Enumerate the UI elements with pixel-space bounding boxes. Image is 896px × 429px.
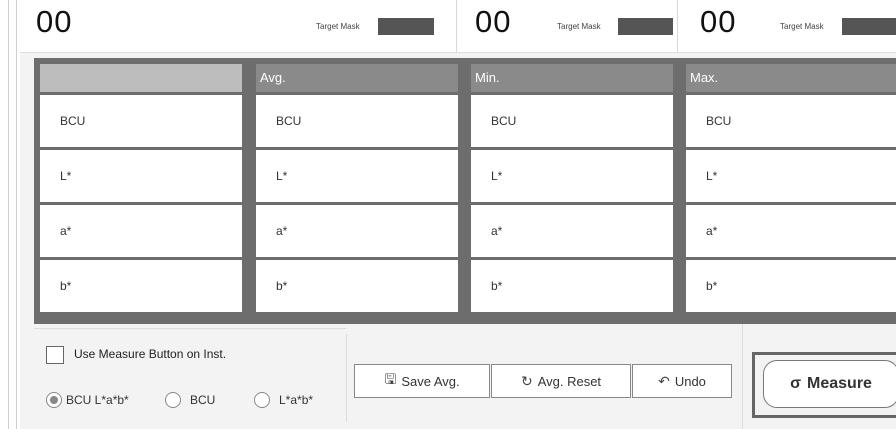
target-mask-swatch[interactable] <box>618 18 673 35</box>
table-cell: b* <box>686 260 896 312</box>
readout-value: 00 <box>475 4 512 39</box>
undo-button[interactable]: ↶ Undo <box>632 364 732 398</box>
refresh-icon: ↻ <box>520 372 533 389</box>
top-readout-bar: 00 Target Mask 00 Target Mask 00 Target … <box>20 0 896 53</box>
radio-bcu-lab[interactable] <box>46 392 62 408</box>
radio-lab[interactable] <box>254 392 270 408</box>
frame-line <box>8 0 9 429</box>
table-column-max: Max. BCU L* a* b* <box>686 64 896 312</box>
save-avg-button[interactable]: 🖫 Save Avg. <box>354 364 490 398</box>
window-frame-left <box>0 0 20 429</box>
table-column-label: BCU L* a* b* <box>40 64 242 312</box>
measure-button[interactable]: σ Measure <box>763 360 896 408</box>
bottom-controls: Use Measure Button on Inst. BCU L*a*b* B… <box>20 324 896 429</box>
table-cell: b* <box>256 260 458 312</box>
readout-cell-3: 00 Target Mask <box>678 0 896 52</box>
readout-value: 00 <box>700 4 737 39</box>
use-measure-button-label: Use Measure Button on Inst. <box>74 347 227 361</box>
target-mask-label: Target Mask <box>557 22 601 31</box>
table-column-min: Min. BCU L* a* b* <box>471 64 673 312</box>
target-mask-swatch[interactable] <box>378 18 434 35</box>
options-panel <box>34 328 346 424</box>
divider <box>742 324 743 429</box>
table-cell: L* <box>686 150 896 202</box>
divider <box>346 334 347 422</box>
row-label: a* <box>40 205 242 257</box>
column-header: Max. <box>686 64 896 92</box>
column-header: Avg. <box>256 64 458 92</box>
target-mask-swatch[interactable] <box>842 18 896 35</box>
column-header <box>40 64 242 92</box>
table-cell: a* <box>686 205 896 257</box>
undo-icon: ↶ <box>658 372 670 389</box>
table-cell: L* <box>256 150 458 202</box>
table-cell: a* <box>471 205 673 257</box>
measure-label: Measure <box>807 375 872 392</box>
column-header: Min. <box>471 64 673 92</box>
readout-cell-2: 00 Target Mask <box>457 0 675 52</box>
measure-icon: σ <box>790 375 802 392</box>
row-label: L* <box>40 150 242 202</box>
radio-bcu[interactable] <box>165 392 181 408</box>
radio-label: BCU L*a*b* <box>66 393 129 407</box>
avg-reset-label: Avg. Reset <box>537 373 602 389</box>
frame-line <box>16 0 17 429</box>
target-mask-label: Target Mask <box>780 22 824 31</box>
readout-value: 00 <box>36 4 73 39</box>
table-cell: b* <box>471 260 673 312</box>
table-cell: BCU <box>256 95 458 147</box>
table-cell: BCU <box>471 95 673 147</box>
table-cell: a* <box>256 205 458 257</box>
table-cell: L* <box>471 150 673 202</box>
radio-label: BCU <box>190 393 216 407</box>
save-avg-label: Save Avg. <box>401 373 460 389</box>
save-icon: 🖫 <box>384 371 397 387</box>
radio-label: L*a*b* <box>279 393 314 407</box>
avg-reset-button[interactable]: ↻ Avg. Reset <box>491 364 631 398</box>
table-column-avg: Avg. BCU L* a* b* <box>256 64 458 312</box>
table-cell: BCU <box>686 95 896 147</box>
readout-cell-1: 00 Target Mask <box>20 0 455 52</box>
row-label: b* <box>40 260 242 312</box>
target-mask-label: Target Mask <box>316 22 360 31</box>
measure-button-frame: σ Measure <box>752 352 896 418</box>
undo-label: Undo <box>674 373 706 389</box>
row-label: BCU <box>40 95 242 147</box>
use-measure-button-checkbox[interactable] <box>46 346 64 364</box>
